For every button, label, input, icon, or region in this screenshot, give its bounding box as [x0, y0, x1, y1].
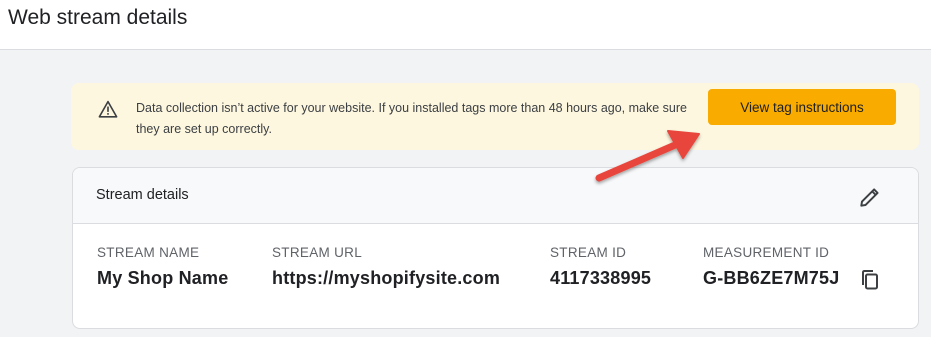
measurement-id-value: G-BB6ZE7M75J: [703, 268, 840, 288]
stream-name-label: STREAM NAME: [97, 245, 200, 260]
stream-details-header: Stream details: [73, 168, 918, 224]
page-title: Web stream details: [8, 6, 188, 29]
data-collection-warning-banner: Data collection isn’t active for your we…: [71, 83, 919, 150]
stream-url-field: STREAM URL https://myshopifysite.com: [272, 245, 500, 289]
measurement-id-field: MEASUREMENT ID G-BB6ZE7M75J: [703, 245, 839, 289]
stream-details-card: Stream details STREAM NAME My Shop Name …: [72, 167, 919, 329]
warning-icon: [98, 100, 118, 118]
view-tag-instructions-button[interactable]: View tag instructions: [708, 89, 896, 125]
stream-id-field: STREAM ID 4117338995: [550, 245, 651, 289]
stream-name-field: STREAM NAME My Shop Name: [97, 245, 228, 289]
page-header: Web stream details: [0, 0, 931, 50]
stream-url-label: STREAM URL: [272, 245, 363, 260]
pencil-icon[interactable]: [857, 184, 883, 210]
stream-url-value: https://myshopifysite.com: [272, 268, 501, 288]
stream-id-label: STREAM ID: [550, 245, 627, 260]
measurement-id-label: MEASUREMENT ID: [703, 245, 830, 260]
copy-icon[interactable]: [858, 268, 882, 292]
stream-details-title: Stream details: [96, 187, 189, 203]
annotation-arrow: [595, 130, 700, 182]
stream-name-value: My Shop Name: [97, 268, 229, 288]
stream-id-value: 4117338995: [550, 268, 652, 288]
